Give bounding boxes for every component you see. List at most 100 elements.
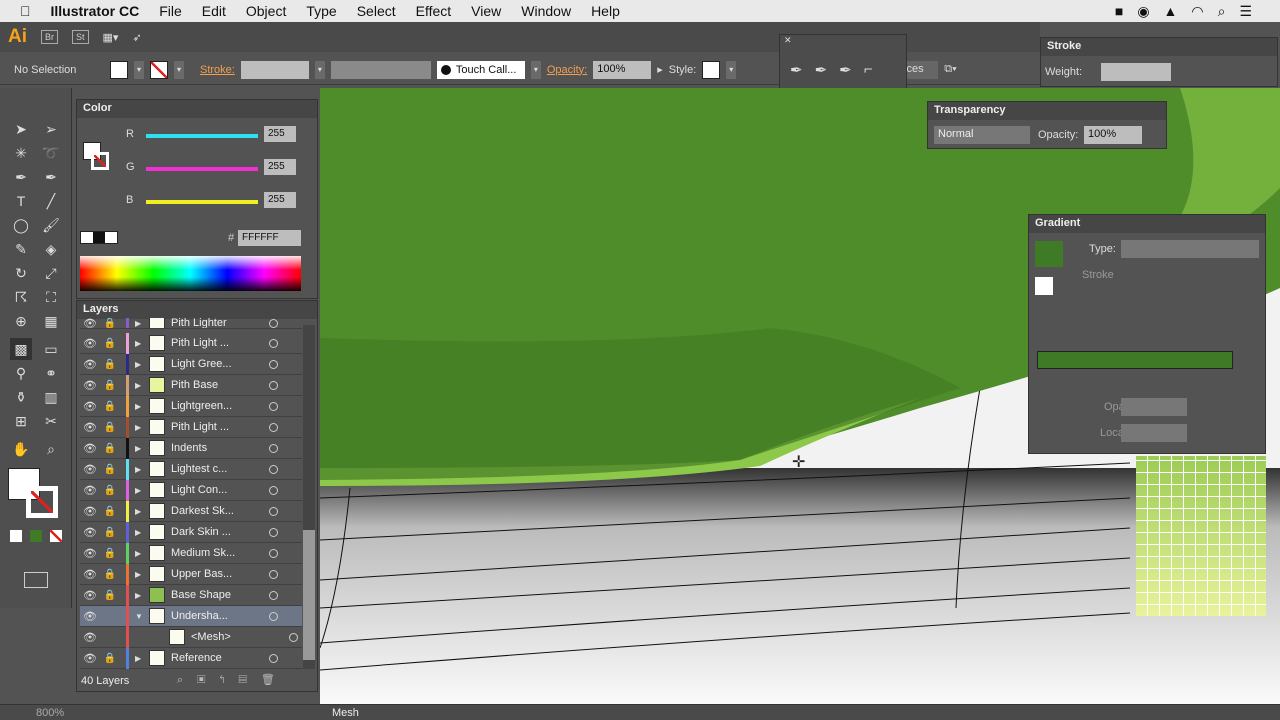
expand-triangle-icon[interactable]: ▶ bbox=[135, 465, 145, 474]
selection-tool-icon[interactable]: ➤ bbox=[10, 118, 32, 140]
layer-row[interactable]: 👁 <Mesh> bbox=[80, 626, 302, 648]
channel-slider[interactable] bbox=[146, 200, 258, 204]
expand-triangle-icon[interactable]: ▶ bbox=[135, 319, 145, 328]
layer-row[interactable]: 👁 🔒 ▶ Lightest c... bbox=[80, 458, 302, 480]
layer-row[interactable]: 👁 🔒 ▶ Pith Light ... bbox=[80, 416, 302, 438]
target-circle-icon[interactable] bbox=[269, 527, 278, 537]
visibility-eye-icon[interactable]: 👁 bbox=[80, 400, 100, 413]
add-anchor-icon[interactable]: ✒ bbox=[815, 61, 828, 79]
channel-slider[interactable] bbox=[146, 134, 258, 138]
gradient-preview[interactable] bbox=[1035, 241, 1063, 267]
layer-name[interactable]: Lightgreen... bbox=[171, 400, 265, 412]
layer-row[interactable]: 👁 🔒 ▶ Pith Light ... bbox=[80, 332, 302, 354]
lock-icon[interactable]: 🔒 bbox=[100, 569, 120, 580]
type-select[interactable] bbox=[1121, 240, 1259, 258]
artboard-tool-icon[interactable]: ⊞ bbox=[10, 410, 32, 432]
expand-triangle-icon[interactable]: ▶ bbox=[135, 486, 145, 495]
menu-edit[interactable]: Edit bbox=[202, 3, 226, 19]
menu-select[interactable]: Select bbox=[357, 3, 396, 19]
opacity-field[interactable] bbox=[1121, 398, 1187, 416]
expand-triangle-icon[interactable]: ▶ bbox=[135, 381, 145, 390]
stroke-weight-field[interactable] bbox=[240, 60, 309, 79]
bridge-button[interactable]: Br bbox=[41, 30, 58, 44]
hand-tool-icon[interactable]: ✋ bbox=[10, 438, 32, 460]
layer-row[interactable]: 👁 🔒 ▶ Lightgreen... bbox=[80, 395, 302, 417]
target-circle-icon[interactable] bbox=[269, 548, 278, 558]
layer-name[interactable]: Pith Light ... bbox=[171, 421, 265, 433]
lock-icon[interactable]: 🔒 bbox=[100, 653, 120, 664]
visibility-eye-icon[interactable]: 👁 bbox=[80, 631, 100, 644]
menu-effect[interactable]: Effect bbox=[416, 3, 452, 19]
menu-window[interactable]: Window bbox=[521, 3, 571, 19]
paintbrush-icon[interactable]: 🖌 bbox=[40, 214, 62, 236]
layer-name[interactable]: Pith Lighter bbox=[171, 318, 265, 328]
location-field[interactable] bbox=[1121, 424, 1187, 442]
layer-row[interactable]: 👁 🔒 ▶ Reference bbox=[80, 647, 302, 669]
layer-row[interactable]: 👁 🔒 ▶ Medium Sk... bbox=[80, 542, 302, 564]
layer-name[interactable]: <Mesh> bbox=[191, 631, 285, 643]
lock-icon[interactable]: 🔒 bbox=[100, 506, 120, 517]
target-circle-icon[interactable] bbox=[269, 485, 278, 495]
anchor-point-icon[interactable]: ⌐ bbox=[864, 61, 873, 79]
lock-icon[interactable]: 🔒 bbox=[100, 527, 120, 538]
target-circle-icon[interactable] bbox=[269, 338, 278, 348]
stroke-dropdown[interactable]: ▾ bbox=[174, 60, 184, 79]
target-circle-icon[interactable] bbox=[289, 632, 298, 642]
stroke-swatch[interactable] bbox=[150, 60, 168, 79]
channel-slider[interactable] bbox=[146, 167, 258, 171]
fill-swatch[interactable] bbox=[1035, 277, 1053, 295]
style-dropdown[interactable]: ▾ bbox=[726, 60, 737, 79]
fill-swatch[interactable] bbox=[110, 60, 128, 79]
type-tool-icon[interactable]: T bbox=[10, 190, 32, 212]
visibility-eye-icon[interactable]: 👁 bbox=[80, 318, 100, 328]
stroke-swatch[interactable] bbox=[91, 152, 109, 170]
menu-file[interactable]: File bbox=[159, 3, 182, 19]
menu-help[interactable]: Help bbox=[591, 3, 620, 19]
menu-object[interactable]: Object bbox=[246, 3, 286, 19]
target-circle-icon[interactable] bbox=[269, 506, 278, 516]
target-circle-icon[interactable] bbox=[269, 653, 278, 663]
arrange-documents-icon[interactable]: ▦▾ bbox=[103, 31, 119, 44]
opacity-arrow-icon[interactable]: ▸ bbox=[657, 63, 663, 76]
layer-row[interactable]: 👁 🔒 ▶ Pith Base bbox=[80, 374, 302, 396]
layer-name[interactable]: Light Con... bbox=[171, 484, 265, 496]
lock-icon[interactable]: 🔒 bbox=[100, 401, 120, 412]
layer-name[interactable]: Darkest Sk... bbox=[171, 505, 265, 517]
hex-field[interactable]: FFFFFF bbox=[238, 230, 301, 246]
visibility-eye-icon[interactable]: 👁 bbox=[80, 652, 100, 665]
stroke-label[interactable]: Stroke: bbox=[200, 64, 235, 76]
expand-triangle-icon[interactable]: ▶ bbox=[135, 507, 145, 516]
close-icon[interactable]: ✕ bbox=[780, 35, 906, 47]
visibility-eye-icon[interactable]: 👁 bbox=[80, 589, 100, 602]
expand-triangle-icon[interactable]: ▶ bbox=[135, 528, 145, 537]
target-circle-icon[interactable] bbox=[269, 443, 278, 453]
color-spectrum[interactable] bbox=[80, 256, 301, 291]
opacity-field[interactable]: 100% bbox=[593, 60, 652, 79]
layer-actions-icons[interactable]: ⌕▣↰▤🗑 bbox=[177, 673, 289, 687]
menu-type[interactable]: Type bbox=[306, 3, 336, 19]
lock-icon[interactable]: 🔒 bbox=[100, 380, 120, 391]
perspective-grid-icon[interactable]: ▦ bbox=[40, 310, 62, 332]
opacity-field[interactable]: 100% bbox=[1084, 126, 1142, 144]
none-black-white-swatches[interactable] bbox=[80, 231, 118, 244]
zoom-tool-icon[interactable]: ⌕ bbox=[40, 438, 62, 460]
warp-tool-icon[interactable]: ☈ bbox=[10, 286, 32, 308]
layer-name[interactable]: Light Gree... bbox=[171, 358, 265, 370]
layer-name[interactable]: Dark Skin ... bbox=[171, 526, 265, 538]
layer-row[interactable]: 👁 🔒 ▶ Pith Lighter bbox=[80, 318, 302, 329]
layer-row[interactable]: 👁 🔒 ▶ Base Shape bbox=[80, 584, 302, 606]
eraser-icon[interactable]: ◈ bbox=[40, 238, 62, 260]
lock-icon[interactable]: 🔒 bbox=[100, 548, 120, 559]
direct-selection-tool-icon[interactable]: ➢ bbox=[40, 118, 62, 140]
layer-name[interactable]: Upper Bas... bbox=[171, 568, 265, 580]
lock-icon[interactable]: 🔒 bbox=[100, 485, 120, 496]
layer-row[interactable]: 👁 🔒 ▶ Indents bbox=[80, 437, 302, 459]
slice-tool-icon[interactable]: ✂ bbox=[40, 410, 62, 432]
weight-field[interactable] bbox=[1101, 63, 1171, 81]
layer-row[interactable]: 👁 🔒 ▶ Light Con... bbox=[80, 479, 302, 501]
layer-name[interactable]: Medium Sk... bbox=[171, 547, 265, 559]
visibility-eye-icon[interactable]: 👁 bbox=[80, 337, 100, 350]
graph-tool-icon[interactable]: ▥ bbox=[40, 386, 62, 408]
apple-icon[interactable]:  bbox=[20, 3, 31, 19]
scale-tool-icon[interactable]: ⤢ bbox=[40, 262, 62, 284]
